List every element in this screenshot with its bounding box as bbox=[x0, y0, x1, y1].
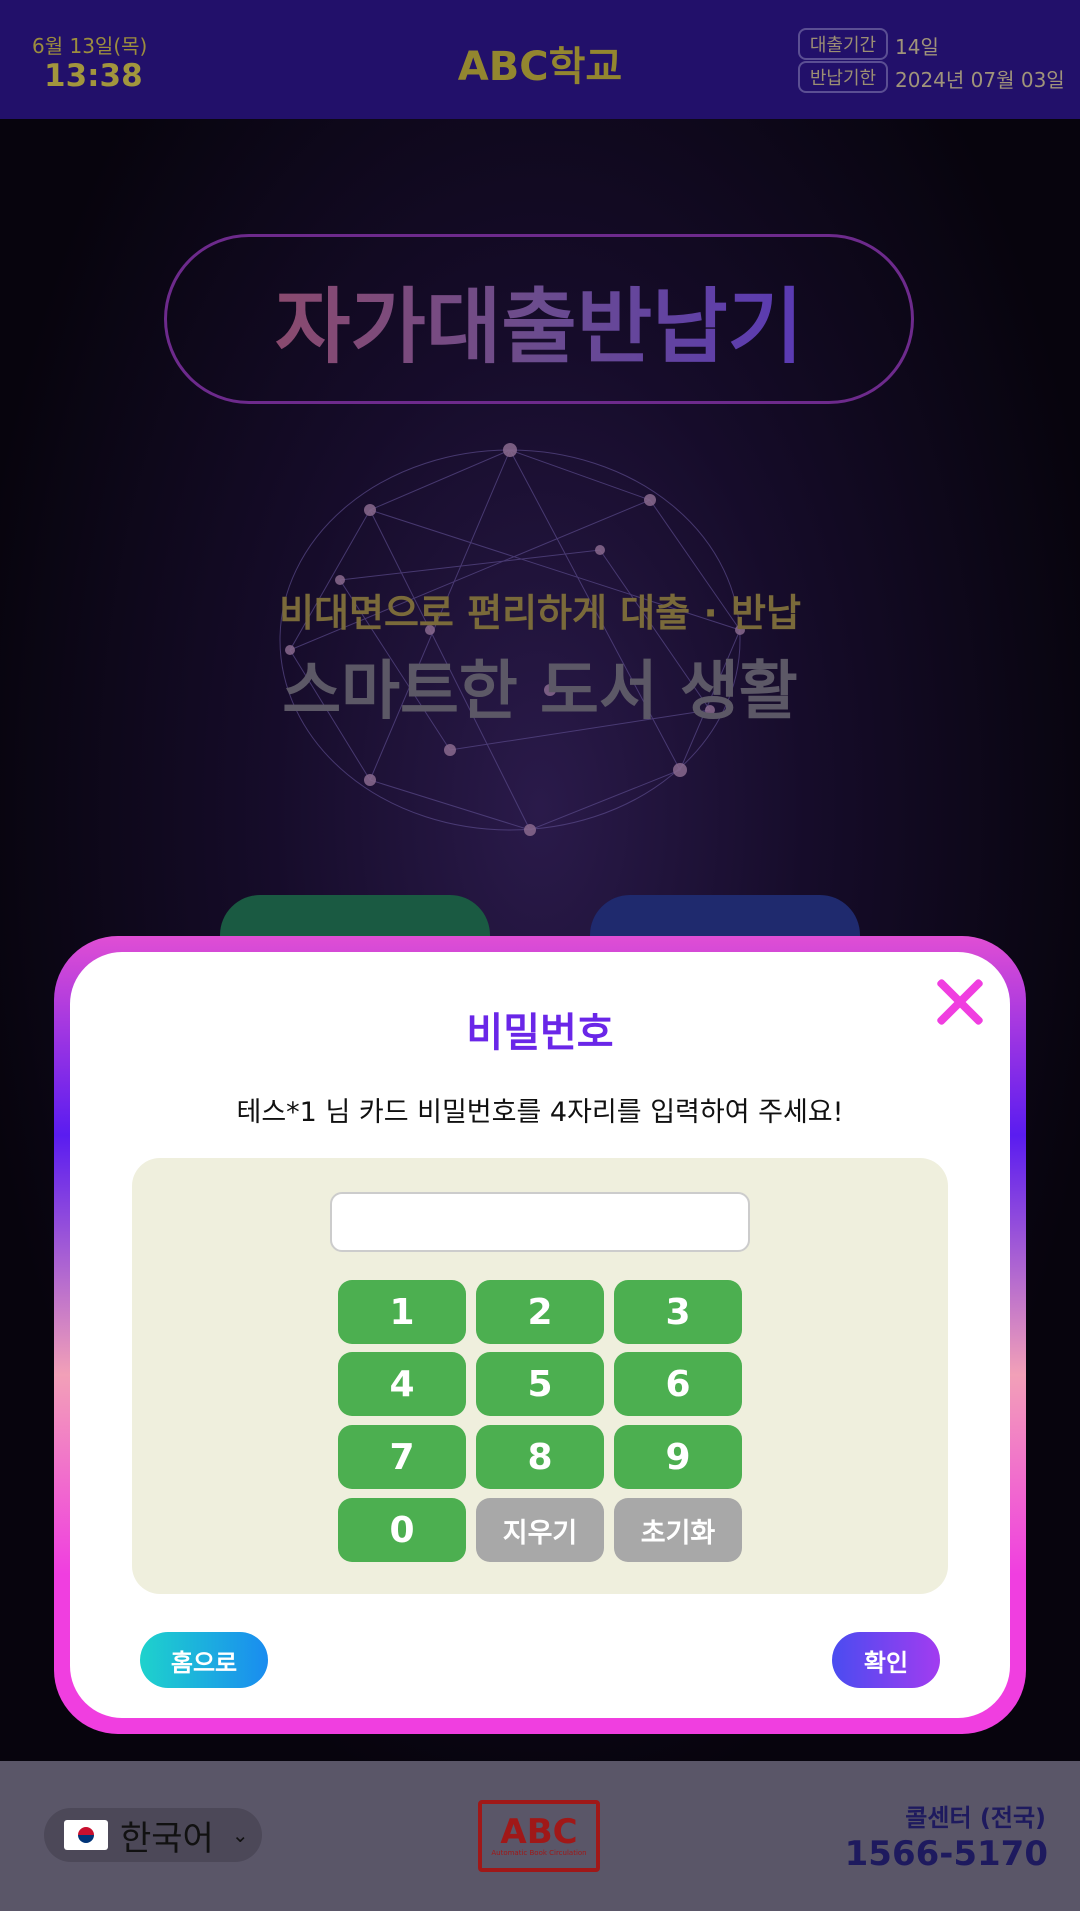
home-button[interactable]: 홈으로 bbox=[140, 1632, 268, 1688]
modal-message: 테스*1 님 카드 비밀번호를 4자리를 입력하여 주세요! bbox=[236, 1097, 844, 1128]
key-9[interactable]: 9 bbox=[614, 1425, 742, 1489]
key-1[interactable]: 1 bbox=[338, 1280, 466, 1344]
headline-text: 스마트한 도서 생활 bbox=[282, 655, 798, 729]
key-0[interactable]: 0 bbox=[338, 1498, 466, 1562]
key-6[interactable]: 6 bbox=[614, 1352, 742, 1416]
return-due-tag: 반납기한 bbox=[798, 61, 888, 93]
tagline-text: 비대면으로 편리하게 대출 · 반납 bbox=[279, 591, 801, 635]
key-5[interactable]: 5 bbox=[476, 1352, 604, 1416]
key-8[interactable]: 8 bbox=[476, 1425, 604, 1489]
korea-flag-icon bbox=[64, 1820, 108, 1850]
key-7[interactable]: 7 bbox=[338, 1425, 466, 1489]
modal-title: 비밀번호 bbox=[466, 1010, 614, 1056]
return-due-value: 2024년 07월 03일 bbox=[895, 68, 1065, 92]
call-center-label: 콜센터 (전국) bbox=[905, 1804, 1046, 1832]
call-center-number: 1566-5170 bbox=[844, 1834, 1048, 1874]
chevron-down-icon: ⌄ bbox=[231, 1823, 249, 1847]
logo-text: ABC bbox=[500, 1812, 578, 1852]
password-input[interactable] bbox=[330, 1192, 750, 1252]
language-label: 한국어 bbox=[120, 1818, 214, 1859]
top-header: 6월 13일(목) 13:38 ABC학교 대출기간 14일 반납기한 2024… bbox=[0, 0, 1080, 119]
key-2[interactable]: 2 bbox=[476, 1280, 604, 1344]
logo-subtext: Automatic Book Circulation bbox=[491, 1849, 587, 1857]
reset-key[interactable]: 초기화 bbox=[614, 1498, 742, 1562]
confirm-button[interactable]: 확인 bbox=[832, 1632, 940, 1688]
key-4[interactable]: 4 bbox=[338, 1352, 466, 1416]
kiosk-title: 자가대출반납기 bbox=[275, 260, 803, 379]
delete-key[interactable]: 지우기 bbox=[476, 1498, 604, 1562]
language-selector[interactable]: 한국어 ⌄ bbox=[44, 1808, 262, 1862]
loan-period-tag: 대출기간 bbox=[798, 28, 888, 60]
abc-logo: ABC Automatic Book Circulation bbox=[478, 1800, 600, 1872]
kiosk-title-pill: 자가대출반납기 bbox=[164, 234, 914, 404]
key-3[interactable]: 3 bbox=[614, 1280, 742, 1344]
loan-period-value: 14일 bbox=[895, 35, 939, 59]
